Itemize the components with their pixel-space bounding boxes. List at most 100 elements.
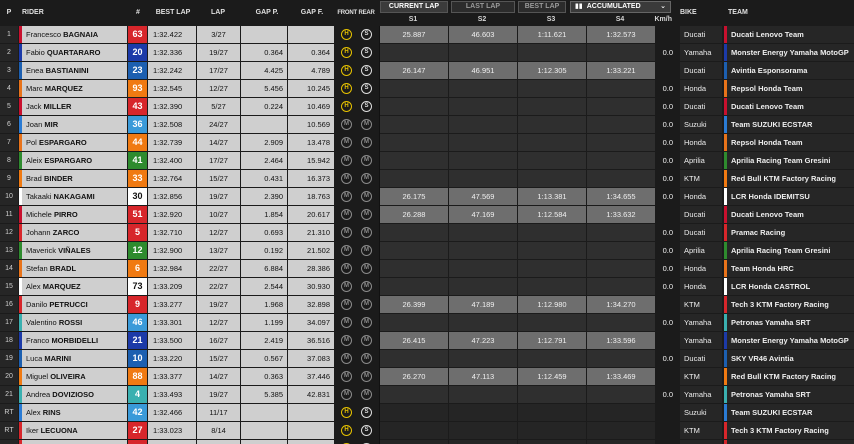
rider-name[interactable]: Franco MORBIDELLI <box>19 332 127 349</box>
rear-tyre-icon: S <box>361 425 372 436</box>
table-row[interactable]: 5 Jack MILLER 43 1:32.390 5/27 0.224 10.469 H S 0… <box>0 98 854 116</box>
table-row[interactable]: 2 Fabio QUARTARARO 20 1:32.336 19/27 0.364 0.3… <box>0 44 854 62</box>
rider-name[interactable]: Valentino ROSSI <box>19 314 127 331</box>
gap-previous-cell: 6.884 <box>241 260 287 277</box>
rider-first-name: Franco <box>26 336 52 345</box>
tab-best-lap[interactable]: BEST LAP <box>518 1 566 13</box>
rider-name[interactable]: Alex RINS <box>19 404 127 421</box>
speed-cell: 0.0 <box>662 246 673 255</box>
best-lap-cell: 1:32.731 <box>148 440 196 444</box>
speed-cell: 0.0 <box>662 390 673 399</box>
table-row[interactable]: 7 Pol ESPARGARO 44 1:32.739 14/27 2.909 13.478… <box>0 134 854 152</box>
table-row[interactable]: 14 Stefan BRADL 6 1:32.984 22/27 6.884 28.386 M… <box>0 260 854 278</box>
table-row[interactable]: 20 Miguel OLIVEIRA 88 1:33.377 14/27 0.363 37.… <box>0 368 854 386</box>
front-tyre-icon: M <box>341 155 352 166</box>
table-row[interactable]: 3 Enea BASTIANINI 23 1:32.242 17/27 4.425 4.78… <box>0 62 854 80</box>
mode-select[interactable]: ▮▮ ACCUMULATED ⌄ <box>570 1 671 13</box>
rider-name[interactable]: Iker LECUONA <box>19 422 127 439</box>
tyre-cell: HS <box>335 80 379 97</box>
rider-name[interactable]: Danilo PETRUCCI <box>19 296 127 313</box>
rider-name[interactable]: Maverick VIÑALES <box>19 242 127 259</box>
table-row[interactable]: 13 Maverick VIÑALES 12 1:32.900 13/27 0.192 21… <box>0 242 854 260</box>
tyre-cell: HS <box>335 404 379 421</box>
front-tyre-icon: H <box>341 29 352 40</box>
table-row[interactable]: 17 Valentino ROSSI 46 1:33.301 12/27 1.199 34.… <box>0 314 854 332</box>
position-cell: 5 <box>0 98 18 115</box>
rider-number: 33 <box>128 170 147 187</box>
rider-name[interactable]: Joan MIR <box>19 116 127 133</box>
lap-cell: 15/27 <box>197 350 240 367</box>
table-row[interactable]: 12 Johann ZARCO 5 1:32.710 12/27 0.693 21.310 M… <box>0 224 854 242</box>
table-row[interactable]: RT Iker LECUONA 27 1:33.023 8/14 H S KTM Tech 3 … <box>0 422 854 440</box>
rider-name[interactable]: Brad BINDER <box>19 170 127 187</box>
best-lap-cell: 1:33.209 <box>148 278 196 295</box>
speed-cell: 0.0 <box>662 138 673 147</box>
position-cell: 15 <box>0 278 18 295</box>
gap-previous-cell <box>241 26 287 43</box>
speed-cell: 0.0 <box>662 156 673 165</box>
table-row[interactable]: 19 Luca MARINI 10 1:33.220 15/27 0.567 37.083 M… <box>0 350 854 368</box>
table-row[interactable]: RTJorge MARTINP891:32.7312/10 HS DucatiPra… <box>0 440 854 444</box>
rider-name[interactable]: Miguel OLIVEIRA <box>19 368 127 385</box>
tyre-cell: HS <box>335 422 379 439</box>
rear-tyre-icon: M <box>361 137 372 148</box>
table-row[interactable]: RT Alex RINS 42 1:32.466 11/17 H S Suzuki Team S… <box>0 404 854 422</box>
rider-name[interactable]: Pol ESPARGARO <box>19 134 127 151</box>
rider-name[interactable]: Jorge MARTINP <box>19 440 127 444</box>
best-lap-cell: 1:32.422 <box>148 26 196 43</box>
team-cell: Red Bull KTM Factory Racing <box>724 368 854 385</box>
position-cell: 3 <box>0 62 18 79</box>
header-lap: LAP <box>211 9 225 16</box>
rider-name[interactable]: Andrea DOVIZIOSO <box>19 386 127 403</box>
rider-number: 46 <box>128 314 147 331</box>
tyre-cell: MM <box>335 206 379 223</box>
table-row[interactable]: 8 Aleix ESPARGARO 41 1:32.400 17/27 2.464 15.9… <box>0 152 854 170</box>
table-row[interactable]: 16 Danilo PETRUCCI 9 1:33.277 19/27 1.968 32.8… <box>0 296 854 314</box>
table-row[interactable]: 10 Takaaki NAKAGAMI 30 1:32.856 19/27 2.390 18… <box>0 188 854 206</box>
front-tyre-icon: M <box>341 299 352 310</box>
team-cell: Repsol Honda Team <box>724 134 854 151</box>
table-row[interactable]: 15 Alex MARQUEZ 73 1:33.209 22/27 2.544 30.930… <box>0 278 854 296</box>
rider-name[interactable]: Jack MILLER <box>19 98 127 115</box>
tyre-cell: HS <box>335 440 379 444</box>
table-row[interactable]: 1 Francesco BAGNAIA 63 1:32.422 3/27 H S 25.887… <box>0 26 854 44</box>
rider-name[interactable]: Francesco BAGNAIA <box>19 26 127 43</box>
front-tyre-icon: M <box>341 119 352 130</box>
rider-name[interactable]: Enea BASTIANINI <box>19 62 127 79</box>
sector-s3-cell <box>518 80 586 97</box>
rider-name[interactable]: Fabio QUARTARARO <box>19 44 127 61</box>
rider-name[interactable]: Marc MARQUEZ <box>19 80 127 97</box>
best-lap-cell: 1:32.764 <box>148 170 196 187</box>
table-row[interactable]: 4 Marc MARQUEZ 93 1:32.545 12/27 5.456 10.245 H… <box>0 80 854 98</box>
position-cell: 19 <box>0 350 18 367</box>
table-row[interactable]: 11 Michele PIRRO 51 1:32.920 10/27 1.854 20.61… <box>0 206 854 224</box>
tab-last-lap[interactable]: LAST LAP <box>451 1 515 13</box>
rider-name[interactable]: Johann ZARCO <box>19 224 127 241</box>
rider-name[interactable]: Luca MARINI <box>19 350 127 367</box>
front-tyre-icon: H <box>341 407 352 418</box>
rider-first-name: Alex <box>26 282 43 291</box>
table-row[interactable]: 6 Joan MIR 36 1:32.508 24/27 10.569 M M 0.0 Suzuk… <box>0 116 854 134</box>
gap-first-cell <box>288 26 334 43</box>
sector-s2-cell <box>449 134 517 151</box>
position-cell: 2 <box>0 44 18 61</box>
table-row[interactable]: 9 Brad BINDER 33 1:32.764 15/27 0.431 16.373 M M… <box>0 170 854 188</box>
position-cell: RT <box>0 404 18 421</box>
rider-name[interactable]: Stefan BRADL <box>19 260 127 277</box>
header-number: # <box>136 9 140 16</box>
tab-current-lap[interactable]: CURRENT LAP <box>380 1 448 13</box>
table-row[interactable]: 21 Andrea DOVIZIOSO 4 1:33.493 19/27 5.385 42.… <box>0 386 854 404</box>
rider-name[interactable]: Michele PIRRO <box>19 206 127 223</box>
position-cell: 10 <box>0 188 18 205</box>
gap-previous-cell: 0.364 <box>241 44 287 61</box>
rider-name[interactable]: Aleix ESPARGARO <box>19 152 127 169</box>
bike-cell: Ducati <box>680 62 722 79</box>
rider-name[interactable]: Alex MARQUEZ <box>19 278 127 295</box>
rider-name[interactable]: Takaaki NAKAGAMI <box>19 188 127 205</box>
sector-s2-cell <box>449 350 517 367</box>
rear-tyre-icon: S <box>361 407 372 418</box>
table-row[interactable]: 18 Franco MORBIDELLI 21 1:33.500 16/27 2.419 3… <box>0 332 854 350</box>
lap-cell: 19/27 <box>197 296 240 313</box>
bike-cell: Ducati <box>680 440 722 444</box>
rider-first-name: Maverick <box>26 246 59 255</box>
